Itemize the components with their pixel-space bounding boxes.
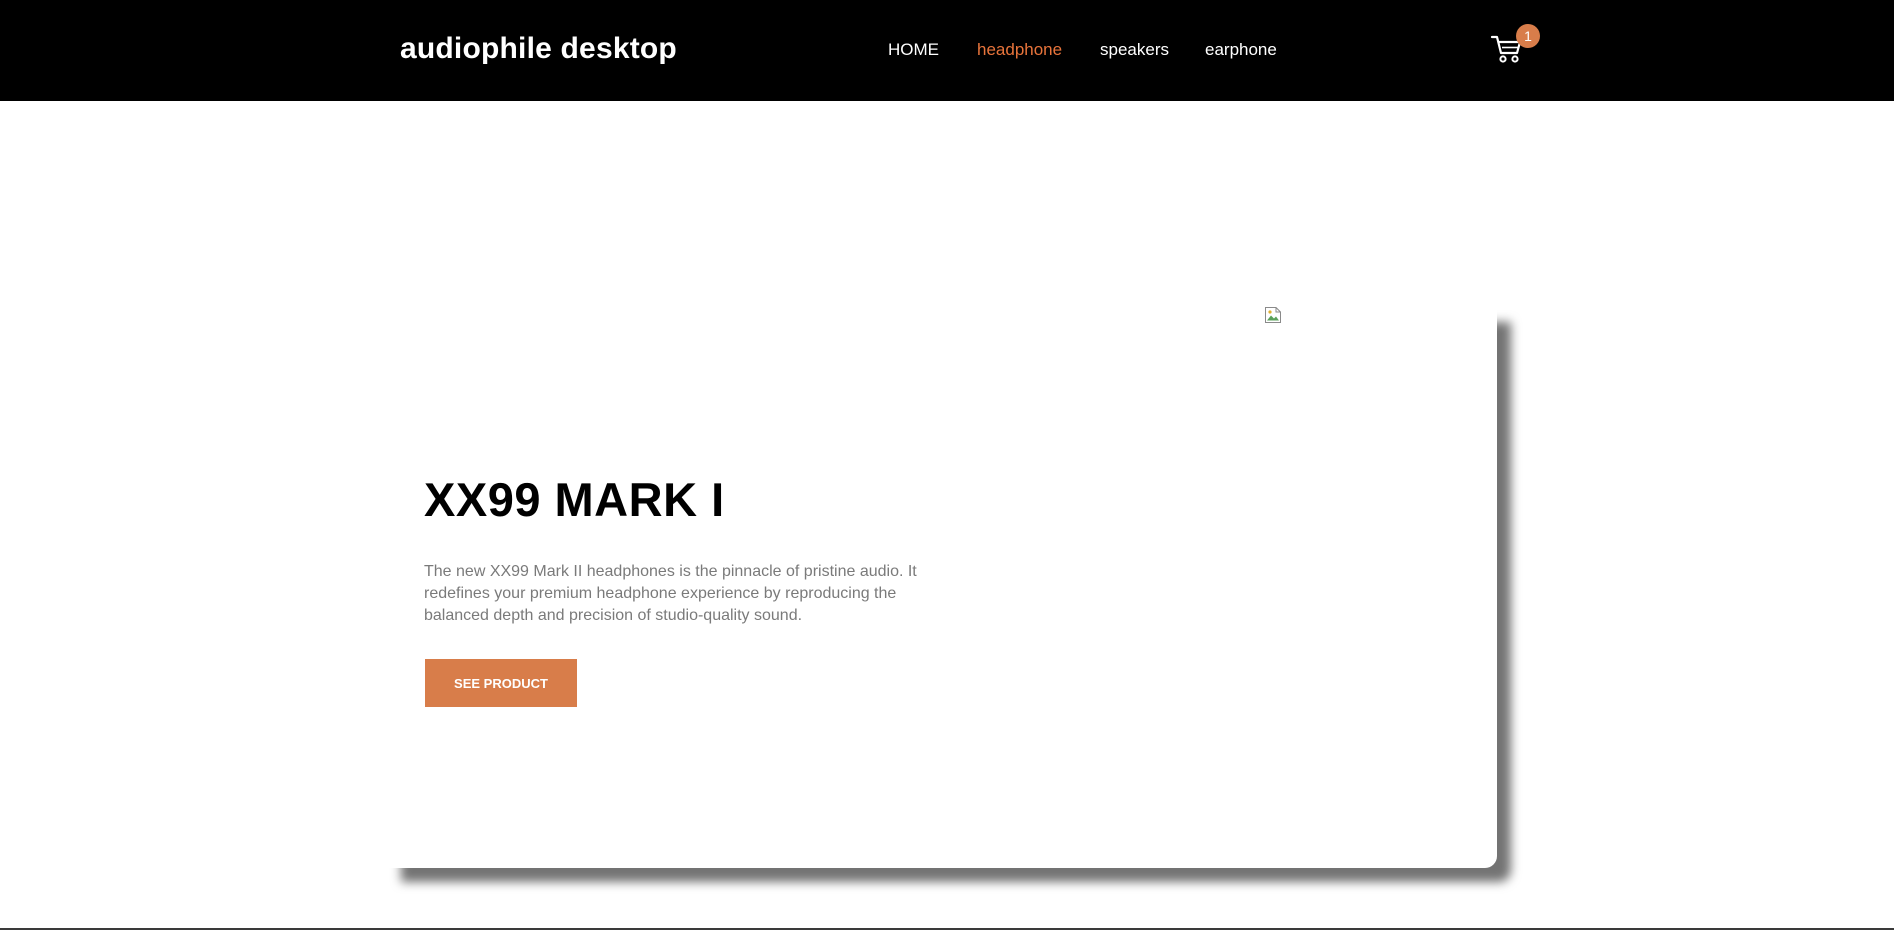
- see-product-button[interactable]: SEE PRODUCT: [425, 659, 577, 707]
- hero-product-title: XX99 MARK I: [424, 473, 725, 526]
- nav-item-speakers[interactable]: speakers: [1100, 40, 1169, 60]
- broken-image-icon: [1265, 307, 1281, 323]
- cart-count-badge: 1: [1516, 24, 1540, 48]
- top-navigation-bar: audiophile desktop HOME headphone speake…: [0, 0, 1894, 101]
- nav-item-home[interactable]: HOME: [888, 40, 939, 60]
- site-logo[interactable]: audiophile desktop: [400, 32, 677, 66]
- hero-product-description: The new XX99 Mark II headphones is the p…: [424, 563, 917, 624]
- nav-item-headphone[interactable]: headphone: [977, 40, 1062, 60]
- nav-item-earphone[interactable]: earphone: [1205, 40, 1277, 60]
